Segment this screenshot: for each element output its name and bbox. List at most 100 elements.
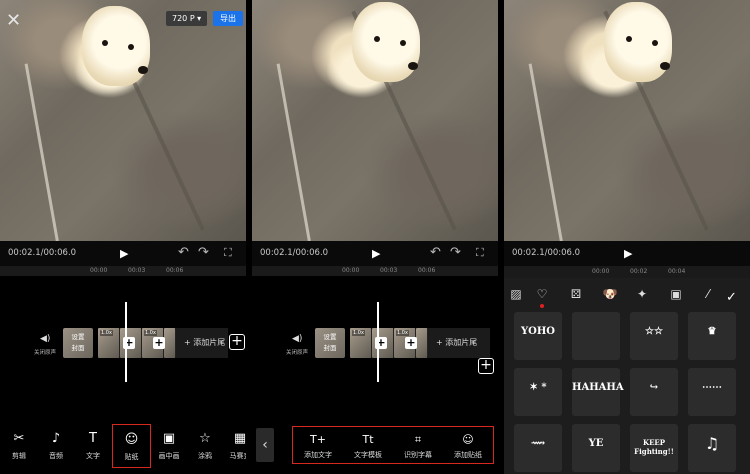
dog-photo [352,2,420,82]
add-ending-button[interactable]: + 添加片尾 [176,328,228,358]
dog-eye [102,40,108,46]
pen-icon[interactable]: ⁄ [698,286,718,302]
timeline-ruler: 00:00 00:03 00:06 [252,266,498,276]
sticker-item[interactable]: YOHO [514,312,562,360]
text-template-button[interactable]: Tt 文字模板 [343,433,393,460]
ruler-tick: 00:04 [668,268,686,275]
clip-speed-badge: 1.0x [352,330,365,336]
undo-icon[interactable]: ↶ [430,245,441,260]
sticker-item[interactable]: ↪ [630,368,678,416]
ruler-tick: 00:00 [342,267,360,274]
tool-mosaic[interactable]: ▦马赛克 [222,430,247,461]
sticker-picker: ▨ ♡ ⚄ 🐶 ✦ ▣ ⁄ ✓ YOHO ☆☆ ♛ ✶ * HAHAHA ↪ ⋯… [504,278,750,474]
fullscreen-icon[interactable]: ⛶ [476,246,484,260]
pip-icon: ▣ [162,431,176,446]
sticker-item[interactable]: ♛ [688,312,736,360]
add-transition-icon[interactable]: + [405,337,417,349]
add-ending-button[interactable]: + 添加片尾 [428,328,490,358]
sticker-item[interactable]: ⟿ [514,424,562,472]
resolution-dropdown[interactable]: 720 P ▾ [166,11,208,26]
dog-photo [82,6,150,86]
tool-audio[interactable]: ♪ 音频 [38,430,74,461]
timeline-ruler: 00:00 00:02 00:04 [504,266,750,278]
text-submenu: T+ 添加文字 Tt 文字模板 ⌗ 识别字幕 ☺ 添加贴纸 [292,426,494,464]
mosaic-icon: ▦ [233,431,246,446]
mute-original-label: 关闭原声 [286,350,309,356]
speaker-icon[interactable]: ◀) [40,334,50,344]
tool-sticker[interactable]: ☺ 贴纸 [112,424,151,468]
text-template-icon: Tt [362,433,374,446]
sticker-item[interactable]: ✶ * [514,368,562,416]
mute-original-label: 关闭原声 [34,350,57,356]
dog-eye [374,36,380,42]
ruler-tick: 00:00 [592,268,610,275]
set-cover-button[interactable]: 设置 封面 [63,328,93,358]
undo-icon[interactable]: ↶ [178,245,189,260]
tool-picture-in-picture[interactable]: ▣ 画中画 [151,430,187,461]
timeline-ruler: 00:00 00:03 00:06 [0,266,246,276]
add-clip-icon[interactable]: + [478,358,494,374]
tool-cut[interactable]: ✂ 剪辑 [1,430,37,461]
smiley-icon: ☺ [462,433,474,446]
sticker-item[interactable]: YE [572,424,620,472]
fullscreen-icon[interactable]: ⛶ [224,246,232,260]
dice-icon[interactable]: ⚄ [566,286,586,302]
scissors-icon: ✂ [13,431,25,446]
ruler-tick: 00:03 [128,267,146,274]
dog-eye [626,36,632,42]
dog-icon[interactable]: 🐶 [600,286,620,302]
camera-icon[interactable]: ▣ [666,286,686,302]
playback-time: 00:02.1/00:06.0 [260,248,329,258]
speaker-icon[interactable]: ◀) [292,334,302,344]
music-note-icon: ♪ [51,431,61,446]
ruler-tick: 00:06 [166,267,184,274]
play-icon[interactable]: ▶ [372,247,380,260]
playback-controls: 00:02.1/00:06.0 ▶ ↶ ↷ ⛶ [252,241,498,266]
playhead[interactable] [377,302,379,382]
add-transition-icon[interactable]: + [153,337,165,349]
back-icon[interactable]: ‹ [256,428,274,462]
check-icon[interactable]: ✓ [726,290,737,305]
playhead[interactable] [125,302,127,382]
video-clip[interactable]: 1.0x [98,328,120,358]
redo-icon[interactable]: ↷ [450,245,461,260]
ruler-tick: 00:03 [380,267,398,274]
smiley-icon: ☺ [124,432,139,447]
photo-crack [528,58,590,241]
photo-crack [276,58,338,241]
set-cover-button[interactable]: 设置 封面 [315,328,345,358]
tool-text[interactable]: T 文字 [75,430,111,461]
play-icon[interactable]: ▶ [120,247,128,260]
photo-crack [24,58,86,241]
video-clip[interactable]: 1.0x [350,328,372,358]
sticker-item[interactable]: ⋯⋯ [688,368,736,416]
recognize-subtitles-button[interactable]: ⌗ 识别字幕 [393,433,443,460]
sticker-item[interactable]: ☆☆ [630,312,678,360]
sparkle-icon[interactable]: ✦ [632,286,652,302]
add-clip-icon[interactable]: + [229,334,245,350]
close-x-icon[interactable]: ✕ [6,10,21,31]
sticker-item[interactable]: ♫ [688,424,736,472]
heart-icon[interactable]: ♡ [532,286,552,308]
playback-controls: 00:02.1/00:06.0 ▶ [504,241,750,266]
sticker-item[interactable]: KEEP Fighting!! [630,424,678,472]
timeline-track[interactable]: ◀) 关闭原声 设置 封面 1.0x 1.0x + + + 添加片尾 + [252,328,498,374]
video-preview[interactable]: ✕ 720 P ▾ 导出 [0,0,246,241]
sticker-item[interactable]: HAHAHA [572,368,624,416]
playback-time: 00:02.1/00:06.0 [8,248,77,258]
timeline-track[interactable]: ◀) 关闭原声 设置 封面 1.0x 1.0x + + + 添加片尾 + [0,328,246,358]
sticker-picker-panel: 00:02.1/00:06.0 ▶ 00:00 00:02 00:04 ▨ ♡ … [504,0,750,474]
tool-doodle[interactable]: ☆ 涂鸦 [187,430,223,461]
video-clip[interactable] [164,328,176,358]
video-preview[interactable] [504,0,750,241]
video-preview[interactable] [252,0,498,241]
export-button[interactable]: 导出 [213,11,243,26]
add-sticker-button[interactable]: ☺ 添加贴纸 [443,433,493,460]
redo-icon[interactable]: ↷ [198,245,209,260]
image-icon[interactable]: ▨ [506,286,526,302]
play-icon[interactable]: ▶ [624,247,632,260]
sticker-item[interactable] [572,312,620,360]
add-text-button[interactable]: T+ 添加文字 [293,433,343,460]
ruler-tick: 00:00 [90,267,108,274]
video-clip[interactable] [416,328,428,358]
